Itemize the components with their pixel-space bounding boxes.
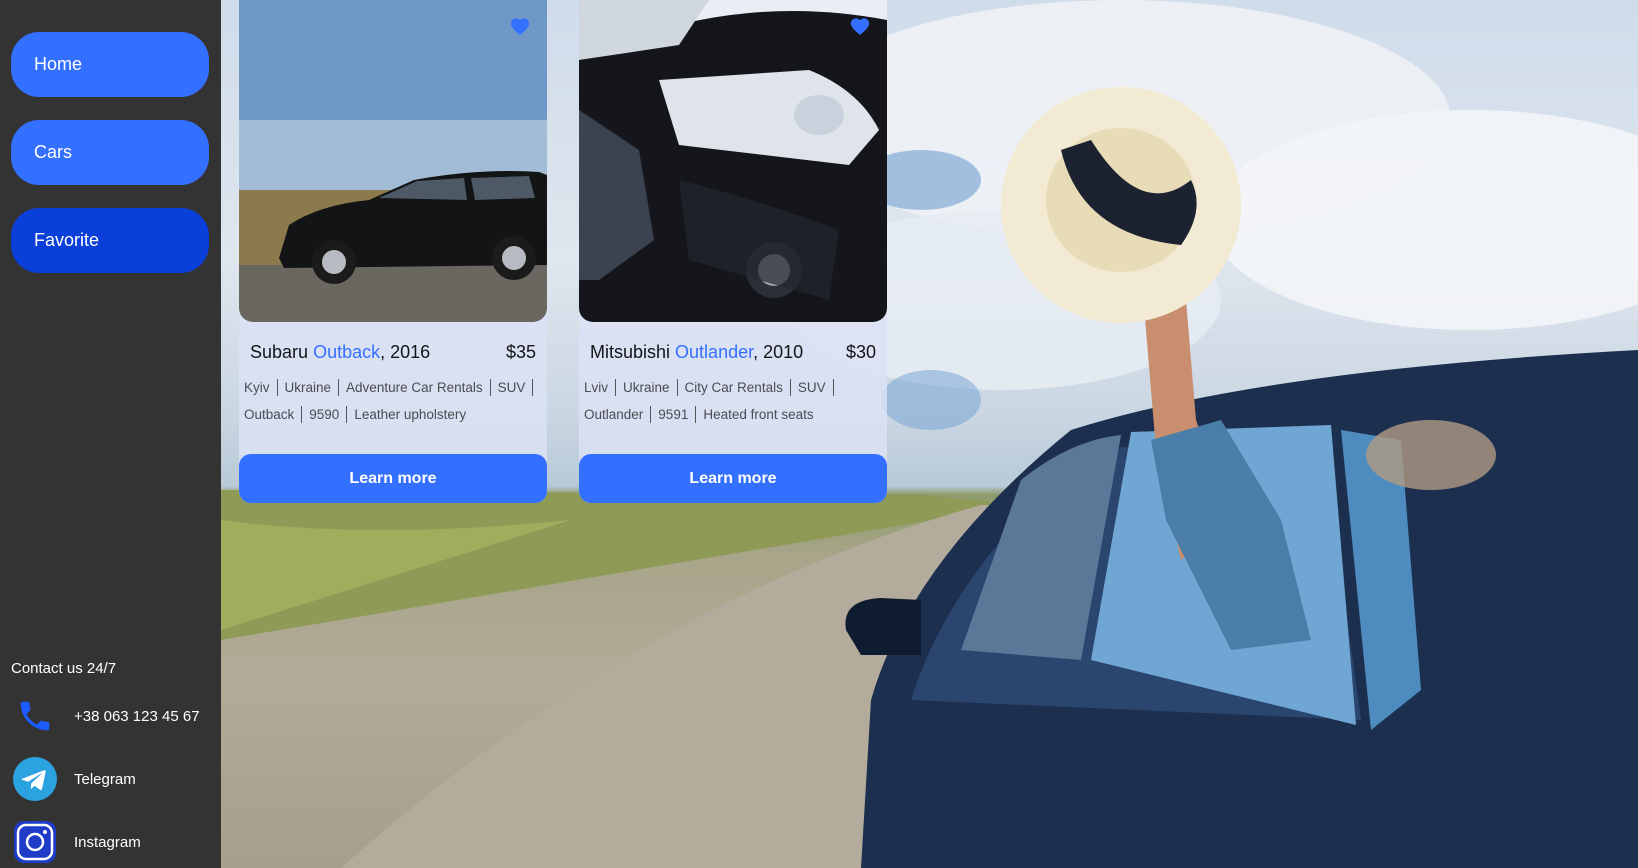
car-tags-line-1: Kyiv Ukraine Adventure Car Rentals SUV <box>244 379 542 396</box>
car-title: Mitsubishi Outlander, 2010 <box>590 342 804 362</box>
car-photo[interactable] <box>239 0 547 322</box>
car-card: Subaru Outback, 2016 $35 Kyiv Ukraine Adve… <box>239 0 547 503</box>
hero-background: Subaru Outback, 2016 $35 Kyiv Ukraine Adve… <box>221 0 1638 868</box>
car-photo-image <box>239 0 547 322</box>
nav-favorite-button[interactable]: Favorite <box>11 208 209 273</box>
favorite-heart-icon[interactable] <box>509 16 531 36</box>
sidebar: Home Cars Favorite Contact us 24/7 +38 0… <box>0 0 221 868</box>
favorite-heart-icon[interactable] <box>849 16 871 36</box>
car-tags-line-2: Outlander 9591 Heated front seats <box>584 406 814 423</box>
telegram-icon <box>11 756 59 802</box>
contact-title: Contact us 24/7 <box>11 660 117 677</box>
car-photo[interactable] <box>579 0 887 322</box>
instagram-icon <box>11 819 59 865</box>
car-photo-image <box>579 0 887 322</box>
instagram-label: Instagram <box>74 833 141 851</box>
contact-instagram[interactable]: Instagram <box>11 819 141 865</box>
car-title: Subaru Outback, 2016 <box>250 342 431 362</box>
car-price: $35 <box>505 342 536 362</box>
contact-phone[interactable]: +38 063 123 45 67 <box>11 693 200 739</box>
learn-more-button[interactable]: Learn more <box>579 454 887 503</box>
car-tags-line-1: Lviv Ukraine City Car Rentals SUV <box>584 379 882 396</box>
telegram-label: Telegram <box>74 770 136 788</box>
phone-icon <box>11 693 59 739</box>
phone-number: +38 063 123 45 67 <box>74 707 200 725</box>
nav-cars-button[interactable]: Cars <box>11 120 209 185</box>
car-tags-line-2: Outback 9590 Leather upholstery <box>244 406 467 423</box>
car-card: Mitsubishi Outlander, 2010 $30 Lviv Ukrai… <box>579 0 887 503</box>
nav-home-button[interactable]: Home <box>11 32 209 97</box>
car-price: $30 <box>845 342 876 362</box>
contact-telegram[interactable]: Telegram <box>11 756 136 802</box>
learn-more-button[interactable]: Learn more <box>239 454 547 503</box>
